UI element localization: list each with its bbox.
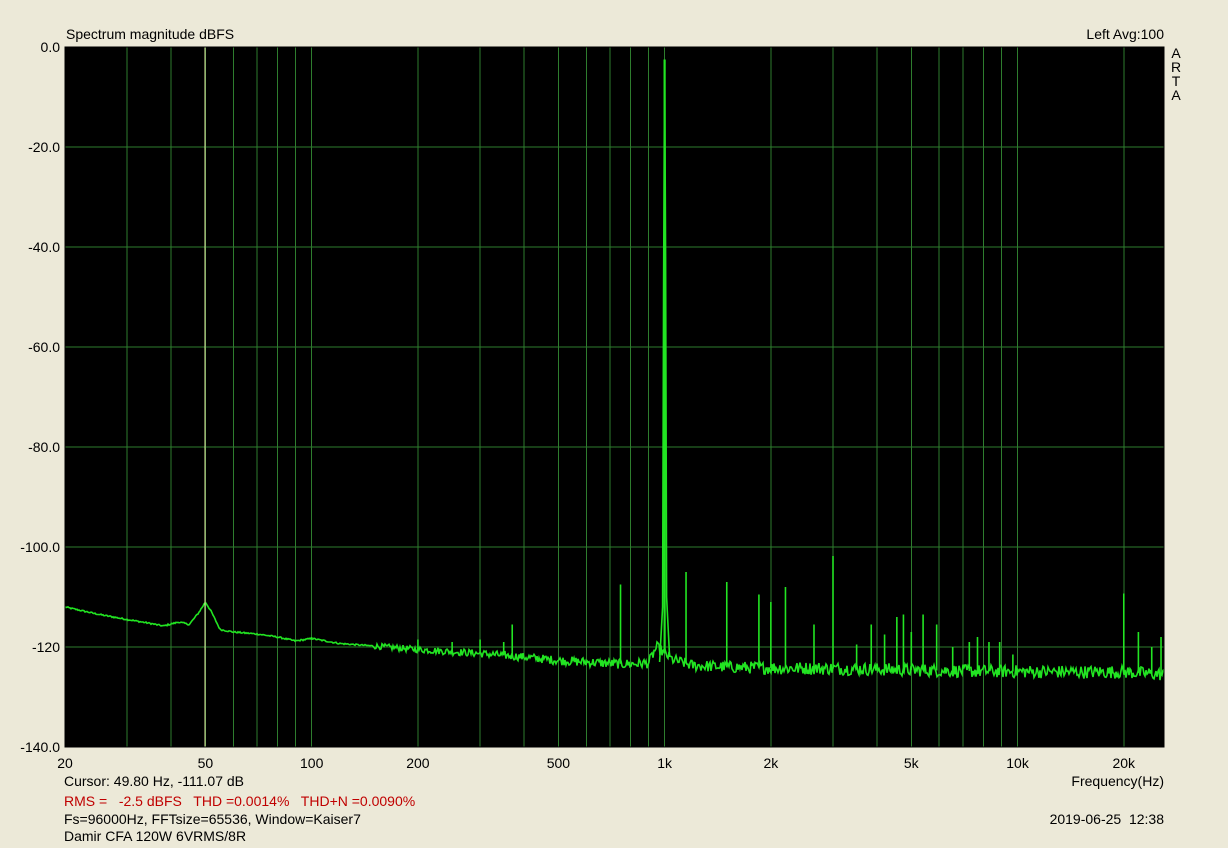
measurement-readout: RMS = -2.5 dBFS THD =0.0014% THD+N =0.00… (64, 793, 416, 809)
x-tick-label: 200 (406, 755, 430, 771)
x-axis-label: Frequency(Hz) (1071, 773, 1164, 789)
y-tick-label: 0.0 (41, 39, 61, 55)
x-tick-label: 2k (763, 755, 779, 771)
timestamp: 2019-06-25 12:38 (1049, 811, 1164, 827)
y-tick-label: -80.0 (28, 439, 60, 455)
x-tick-label: 20 (57, 755, 73, 771)
cursor-readout: Cursor: 49.80 Hz, -111.07 dB (64, 773, 245, 789)
x-tick-label: 20k (1112, 755, 1136, 771)
y-tick-label: -40.0 (28, 239, 60, 255)
x-tick-label: 100 (300, 755, 324, 771)
x-tick-label: 1k (657, 755, 673, 771)
arta-spectrum-window: Spectrum magnitude dBFS Left Avg:100 A R… (0, 0, 1228, 848)
x-tick-label: 5k (904, 755, 920, 771)
y-tick-label: -20.0 (28, 139, 60, 155)
x-tick-label: 10k (1006, 755, 1030, 771)
y-tick-label: -120 (32, 639, 60, 655)
fft-settings: Fs=96000Hz, FFTsize=65536, Window=Kaiser… (64, 811, 361, 827)
device-description: Damir CFA 120W 6VRMS/8R (64, 828, 247, 844)
spectrum-chart[interactable]: 0.0-20.0-40.0-60.0-80.0-100.0-120-140.02… (0, 0, 1228, 800)
x-tick-label: 50 (198, 755, 214, 771)
y-tick-label: -100.0 (20, 539, 60, 555)
y-tick-label: -60.0 (28, 339, 60, 355)
x-tick-label: 500 (547, 755, 571, 771)
y-tick-label: -140.0 (20, 739, 60, 755)
